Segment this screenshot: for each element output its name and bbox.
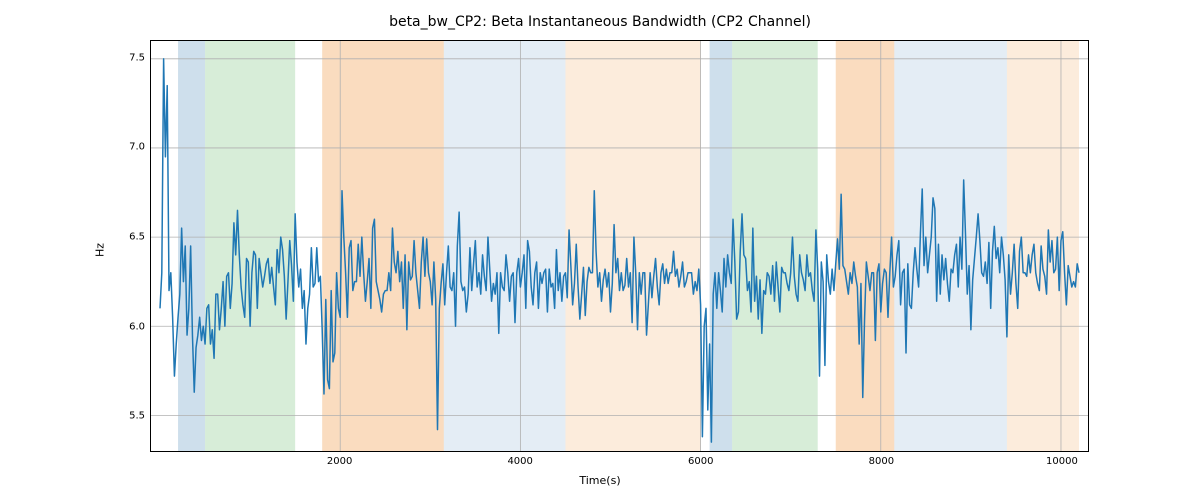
x-tick-label: 6000 [688, 456, 713, 467]
plot-svg [151, 41, 1088, 451]
highlight-region [710, 41, 733, 451]
y-tick-label: 7.5 [129, 52, 145, 63]
y-tick-label: 5.5 [129, 411, 145, 422]
highlight-region [732, 41, 818, 451]
y-axis-label: Hz [94, 243, 107, 257]
y-tick-label: 6.0 [129, 321, 145, 332]
highlight-region [894, 41, 1007, 451]
x-axis-label: Time(s) [0, 474, 1200, 487]
plot-area [150, 40, 1089, 452]
y-tick-label: 6.5 [129, 232, 145, 243]
chart-figure: beta_bw_CP2: Beta Instantaneous Bandwidt… [0, 0, 1200, 500]
highlight-region [836, 41, 895, 451]
y-tick-label: 7.0 [129, 142, 145, 153]
x-tick-label: 8000 [869, 456, 894, 467]
highlight-region [444, 41, 566, 451]
x-tick-label: 10000 [1046, 456, 1078, 467]
highlight-region [1007, 41, 1079, 451]
chart-title: beta_bw_CP2: Beta Instantaneous Bandwidt… [0, 14, 1200, 30]
x-tick-label: 2000 [327, 456, 352, 467]
x-tick-label: 4000 [507, 456, 532, 467]
